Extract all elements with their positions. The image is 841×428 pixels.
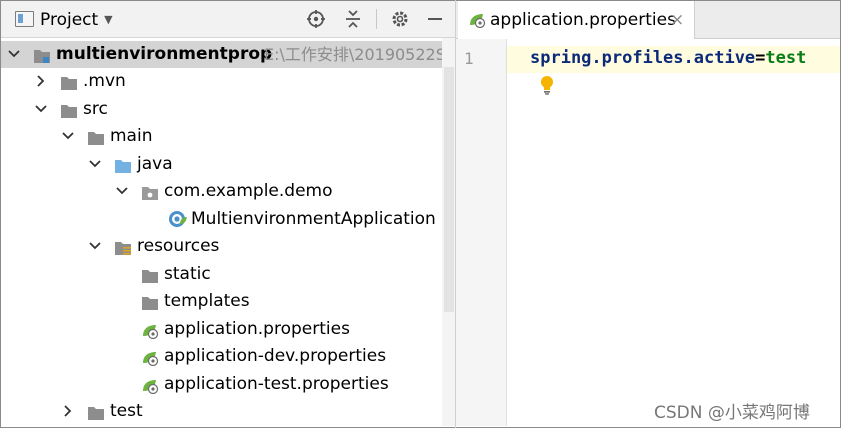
resources-folder-icon xyxy=(114,238,132,255)
chevron-down-icon[interactable] xyxy=(88,239,102,253)
project-panel-icon xyxy=(15,11,34,27)
tree-row[interactable]: application.properties xyxy=(1,316,441,343)
folder-icon xyxy=(141,293,159,310)
tree-row[interactable]: application-test.properties xyxy=(1,371,441,398)
tree-item-label: multienvironmentprop xyxy=(56,44,273,64)
tree-row[interactable]: static xyxy=(1,261,441,288)
tree-item-label: src xyxy=(83,99,108,119)
folder-icon xyxy=(60,73,78,90)
tree-item-label: application-dev.properties xyxy=(164,346,387,366)
spring-properties-icon xyxy=(468,12,486,29)
editor-tab[interactable]: application.properties × xyxy=(458,1,695,39)
spring-boot-class-icon xyxy=(168,209,188,229)
spring-properties-icon xyxy=(141,376,159,395)
source-folder-icon xyxy=(114,156,132,173)
tree-item-label: test xyxy=(110,401,143,421)
tree-item-label: com.example.demo xyxy=(164,181,333,201)
chevron-down-icon[interactable] xyxy=(115,184,129,198)
tree-row[interactable]: java xyxy=(1,151,441,178)
watermark: CSDN @小菜鸡阿博 xyxy=(654,403,810,423)
folder-icon xyxy=(87,128,105,145)
folder-icon xyxy=(87,403,105,420)
tree-item-label: application-test.properties xyxy=(164,374,389,394)
locate-icon[interactable] xyxy=(305,8,327,30)
editor-tab-label: application.properties xyxy=(490,10,676,30)
project-panel: Project ▼ multienvironmentprop E:\工作安排\201… xyxy=(1,1,455,426)
tree-item-label: .mvn xyxy=(83,71,126,91)
close-icon[interactable]: × xyxy=(670,10,684,30)
collapse-all-icon[interactable] xyxy=(342,8,364,30)
tree-row[interactable]: src xyxy=(1,96,441,123)
package-icon xyxy=(141,183,159,200)
tree-row[interactable]: .mvn xyxy=(1,68,441,95)
tree-item-label: application.properties xyxy=(164,319,350,339)
tree-row[interactable]: resources xyxy=(1,233,441,260)
chevron-down-icon: ▼ xyxy=(104,13,113,26)
spring-properties-icon xyxy=(141,321,159,340)
minimize-icon[interactable] xyxy=(424,8,446,30)
lightbulb-icon[interactable] xyxy=(539,75,555,95)
settings-icon[interactable] xyxy=(389,8,411,30)
tree-row[interactable]: templates xyxy=(1,288,441,315)
chevron-down-icon[interactable] xyxy=(7,47,21,61)
chevron-down-icon[interactable] xyxy=(88,157,102,171)
tree-item-label: resources xyxy=(137,236,220,256)
chevron-down-icon[interactable] xyxy=(34,102,48,116)
folder-icon xyxy=(60,101,78,118)
module-folder-icon xyxy=(33,46,51,63)
module-path-hint: E:\工作安排\20190522Sp xyxy=(264,45,455,64)
tree-item-label: templates xyxy=(164,291,250,311)
tree-row[interactable]: test xyxy=(1,398,441,425)
header-separator xyxy=(376,9,377,29)
editor-panel: application.properties × 1 spring.profil… xyxy=(456,1,840,426)
project-view-selector[interactable]: Project ▼ xyxy=(15,10,113,30)
chevron-right-icon[interactable] xyxy=(34,74,48,88)
property-key: spring.profiles.active xyxy=(530,48,756,68)
chevron-right-icon[interactable] xyxy=(61,404,75,418)
code-line[interactable]: spring.profiles.active=test xyxy=(530,48,806,68)
line-number: 1 xyxy=(464,49,474,68)
tree-item-label: main xyxy=(110,126,153,146)
chevron-down-icon[interactable] xyxy=(61,129,75,143)
folder-icon xyxy=(141,266,159,283)
tree-item-label: java xyxy=(137,154,173,174)
spring-properties-icon xyxy=(141,348,159,367)
project-panel-header: Project ▼ xyxy=(1,1,455,38)
tree-row[interactable]: multienvironmentprop E:\工作安排\20190522Sp xyxy=(1,41,455,68)
tree-row[interactable]: MultienvironmentApplication xyxy=(1,206,441,233)
tree-row[interactable]: main xyxy=(1,123,441,150)
tree-item-label: static xyxy=(164,264,211,284)
project-panel-title: Project xyxy=(40,10,99,30)
tree-row[interactable]: application-dev.properties xyxy=(1,343,441,370)
property-separator: = xyxy=(755,48,766,68)
property-value: test xyxy=(765,48,807,68)
line-number-gutter xyxy=(456,39,507,426)
tree-row[interactable]: com.example.demo xyxy=(1,178,441,205)
scrollbar-thumb[interactable] xyxy=(444,67,454,312)
editor-tab-bar: application.properties × xyxy=(456,1,840,39)
tree-item-label: MultienvironmentApplication xyxy=(191,209,436,229)
